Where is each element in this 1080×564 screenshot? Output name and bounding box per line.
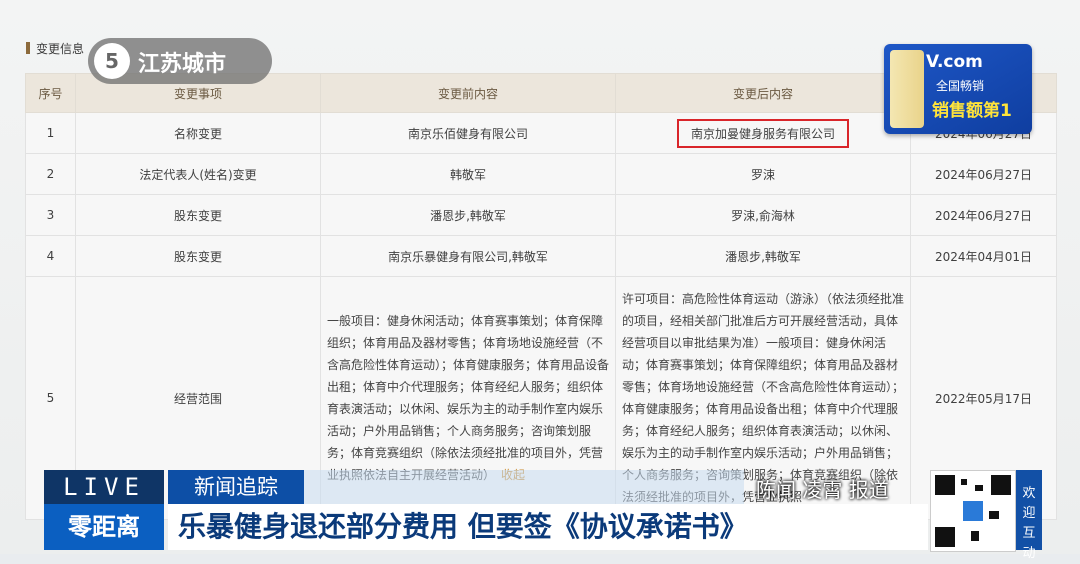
cell-after: 南京加曼健身服务有限公司 xyxy=(615,112,911,154)
cell-date: 2024年06月27日 xyxy=(910,153,1057,195)
qr-finder xyxy=(935,475,955,495)
segment-tag: 新闻追踪 xyxy=(168,470,304,504)
interact-char: 互 xyxy=(1022,526,1036,541)
cell-no: 1 xyxy=(25,112,76,154)
interact-char: 欢 xyxy=(1022,486,1036,501)
cell-after: 潘恩步,韩敬军 xyxy=(615,235,911,277)
reporter-credit: 陈闻 凌霄 报道 xyxy=(756,478,889,502)
qr-module xyxy=(975,485,983,491)
interact-char: 动 xyxy=(1022,546,1036,561)
red-highlight-box: 南京加曼健身服务有限公司 xyxy=(676,118,849,148)
table-row: 2 法定代表人(姓名)变更 韩敬军 罗涑 2024年06月27日 xyxy=(25,153,1057,195)
cell-after: 罗涑,俞海林 xyxy=(615,194,911,236)
live-badge: LIVE xyxy=(44,470,164,504)
cell-after: 罗涑 xyxy=(615,153,911,195)
ad-sticker: V.com 全国畅销 销售额第1 xyxy=(884,44,1032,134)
scope-before-text: 一般项目：健身休闲活动；体育赛事策划；体育保障组织；体育用品及器材零售；体育场地… xyxy=(327,314,610,482)
qr-finder xyxy=(935,527,955,547)
cell-before: 韩敬军 xyxy=(320,153,616,195)
qr-module xyxy=(961,479,967,485)
qr-module xyxy=(989,511,999,519)
cell-item: 股东变更 xyxy=(75,235,321,277)
ad-line-1: 全国畅销 xyxy=(936,79,985,93)
interact-char: 迎 xyxy=(1022,506,1036,521)
qr-finder xyxy=(991,475,1011,495)
qr-center-logo xyxy=(963,501,983,521)
channel-watermark: 5 江苏城市 xyxy=(88,38,272,84)
qr-code-icon[interactable] xyxy=(930,470,1016,552)
cell-before: 潘恩步,韩敬军 xyxy=(320,194,616,236)
product-bottle-icon xyxy=(890,50,924,128)
ad-line-2: 销售额第1 xyxy=(932,101,1012,121)
header-before: 变更前内容 xyxy=(320,73,616,113)
table-row: 3 股东变更 潘恩步,韩敬军 罗涑,俞海林 2024年06月27日 xyxy=(25,194,1057,236)
header-no: 序号 xyxy=(25,73,76,113)
cell-item: 名称变更 xyxy=(75,112,321,154)
cell-date: 2024年04月01日 xyxy=(910,235,1057,277)
cell-no: 3 xyxy=(25,194,76,236)
tag-strip xyxy=(304,470,744,504)
section-marker xyxy=(26,42,30,54)
cell-before: 南京乐佰健身有限公司 xyxy=(320,112,616,154)
program-logo: 零距离 xyxy=(44,504,164,550)
cell-before: 南京乐暴健身有限公司,韩敬军 xyxy=(320,235,616,277)
change-history-table: 序号 变更事项 变更前内容 变更后内容 1 名称变更 南京乐佰健身有限公司 南京… xyxy=(25,73,1057,520)
cell-no: 2 xyxy=(25,153,76,195)
news-headline: 乐暴健身退还部分费用 但要签《协议承诺书》 xyxy=(168,504,928,550)
section-title: 变更信息 xyxy=(26,40,84,57)
cell-item: 法定代表人(姓名)变更 xyxy=(75,153,321,195)
cell-item: 股东变更 xyxy=(75,194,321,236)
header-after: 变更后内容 xyxy=(615,73,911,113)
interact-badge[interactable]: 欢 迎 互 动 xyxy=(1016,470,1042,561)
ad-domain: V.com xyxy=(926,52,983,72)
qr-module xyxy=(971,531,979,541)
cell-date: 2024年06月27日 xyxy=(910,194,1057,236)
table-row: 4 股东变更 南京乐暴健身有限公司,韩敬军 潘恩步,韩敬军 2024年04月01… xyxy=(25,235,1057,277)
channel-name: 江苏城市 xyxy=(138,52,227,77)
section-title-text: 变更信息 xyxy=(36,42,85,56)
cell-no: 4 xyxy=(25,235,76,277)
channel-logo-icon: 5 xyxy=(94,43,130,79)
